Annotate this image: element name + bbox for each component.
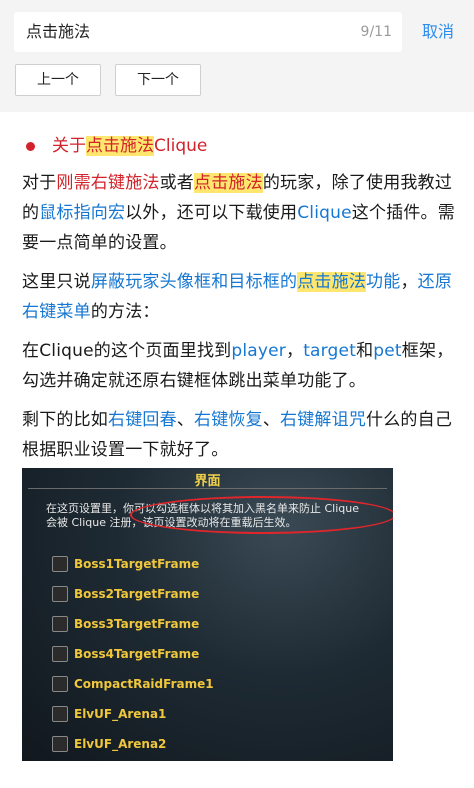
section-heading: 关于点击施法Clique bbox=[22, 130, 462, 162]
article-body: 关于点击施法Clique 对于刚需右键施法或者点击施法的玩家，除了使用我教过的鼠… bbox=[22, 130, 462, 474]
link-text[interactable]: 右键恢复 bbox=[194, 410, 263, 430]
match-counter: 9/11 bbox=[360, 24, 392, 40]
text: ， bbox=[400, 272, 418, 292]
link-text[interactable]: player bbox=[231, 341, 286, 361]
frame-label: Boss4TargetFrame bbox=[74, 647, 200, 661]
divider bbox=[28, 488, 387, 489]
text: 、 bbox=[262, 410, 281, 430]
text: 剩下的比如 bbox=[22, 410, 108, 430]
checkbox[interactable] bbox=[52, 646, 68, 662]
link-text[interactable]: 功能 bbox=[366, 272, 400, 292]
previous-match-button[interactable]: 上一个 bbox=[15, 64, 101, 96]
link-text[interactable]: 鼠标指向宏 bbox=[39, 203, 125, 223]
frame-label: Boss1TargetFrame bbox=[74, 557, 200, 571]
frame-label: ElvUF_Arena2 bbox=[74, 737, 167, 751]
red-circle-annotation bbox=[130, 496, 393, 534]
link-text[interactable]: Clique bbox=[297, 203, 352, 223]
link-text[interactable]: 右键回春 bbox=[108, 410, 177, 430]
heading-text: Clique bbox=[154, 136, 208, 156]
checkbox[interactable] bbox=[52, 676, 68, 692]
text: 这里只说 bbox=[22, 272, 91, 292]
text: 或者 bbox=[159, 173, 195, 193]
next-match-button[interactable]: 下一个 bbox=[115, 64, 201, 96]
paragraph: 剩下的比如右键回春、右键恢复、右键解诅咒什么的自己根据职业设置一下就好了。 bbox=[22, 405, 462, 465]
text: 、 bbox=[176, 410, 195, 430]
text: 的方法： bbox=[90, 302, 160, 322]
text: 在Clique的这个页面里找到 bbox=[22, 341, 232, 361]
checkbox[interactable] bbox=[52, 556, 68, 572]
bullet-icon bbox=[26, 142, 35, 151]
heading-text: 关于 bbox=[52, 136, 86, 156]
paragraph: 在Clique的这个页面里找到player，target和pet框架，勾选并确定… bbox=[22, 336, 462, 396]
frame-label: CompactRaidFrame1 bbox=[74, 677, 214, 691]
paragraph: 对于刚需右键施法或者点击施法的玩家，除了使用我教过的鼠标指向宏以外，还可以下载使… bbox=[22, 168, 462, 258]
emphasis-text: 刚需右键施法 bbox=[56, 173, 160, 193]
cancel-button[interactable]: 取消 bbox=[414, 12, 462, 52]
frame-label: Boss3TargetFrame bbox=[74, 617, 200, 631]
frame-label: Boss2TargetFrame bbox=[74, 587, 200, 601]
checkbox[interactable] bbox=[52, 616, 68, 632]
checkbox[interactable] bbox=[52, 706, 68, 722]
search-highlight: 点击施法 bbox=[194, 173, 263, 193]
search-box[interactable]: 点击施法 9/11 bbox=[14, 12, 402, 52]
text: 和 bbox=[356, 341, 374, 361]
link-text[interactable]: 屏蔽玩家头像框和目标框的 bbox=[91, 272, 297, 292]
paragraph: 这里只说屏蔽玩家头像框和目标框的点击施法功能，还原右键菜单的方法： bbox=[22, 267, 462, 327]
search-toolbar: 点击施法 9/11 取消 上一个 下一个 bbox=[0, 0, 474, 112]
search-highlight: 点击施法 bbox=[86, 136, 154, 156]
text: 对于 bbox=[22, 173, 57, 193]
link-text[interactable]: 右键解诅咒 bbox=[280, 410, 366, 430]
embedded-game-screenshot: 界面 在这页设置里，你可以勾选框体以将其加入黑名单来防止 Clique 会被 C… bbox=[22, 468, 393, 761]
search-input[interactable]: 点击施法 bbox=[26, 12, 346, 52]
link-text[interactable]: target bbox=[303, 341, 356, 361]
frame-label: ElvUF_Arena1 bbox=[74, 707, 167, 721]
checkbox[interactable] bbox=[52, 586, 68, 602]
text: 以外，还可以下载使用 bbox=[125, 203, 298, 223]
checkbox[interactable] bbox=[52, 736, 68, 752]
search-highlight: 点击施法 bbox=[297, 272, 367, 292]
link-text[interactable]: pet bbox=[373, 341, 402, 361]
screenshot-title: 界面 bbox=[194, 474, 221, 489]
text: ， bbox=[285, 341, 304, 361]
